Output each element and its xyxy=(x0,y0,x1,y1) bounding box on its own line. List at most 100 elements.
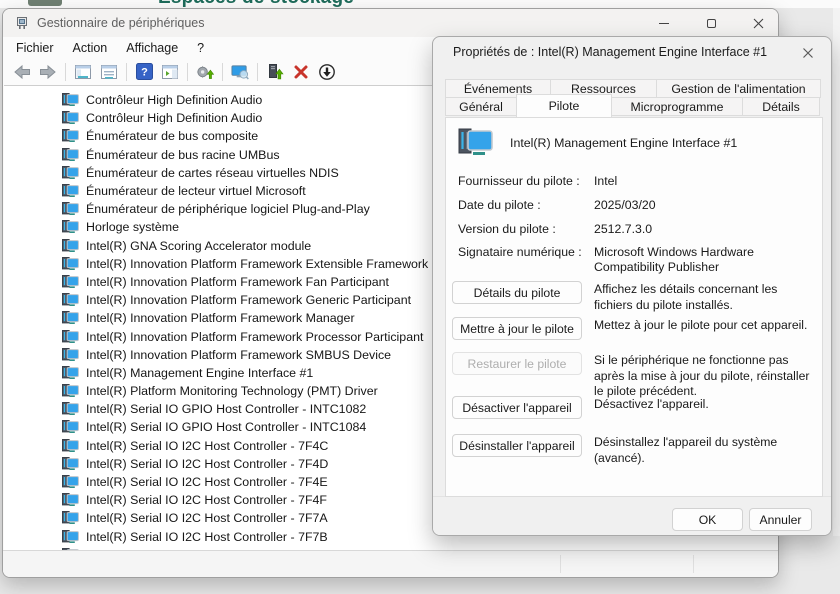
forward-icon[interactable] xyxy=(39,63,57,81)
field-label: Signataire numérique : xyxy=(458,245,594,275)
device-name: Intel(R) Innovation Platform Framework P… xyxy=(86,330,423,344)
driver-action-row: Détails du pilote Affichez les détails c… xyxy=(452,281,818,313)
device-icon xyxy=(62,311,79,325)
device-manager-app-icon xyxy=(15,16,29,30)
remote-computer-icon[interactable] xyxy=(231,63,249,81)
driver-field: Version du pilote : 2512.7.3.0 xyxy=(458,222,814,237)
device-name: Contrôleur High Definition Audio xyxy=(86,93,262,107)
device-name: Énumérateur de lecteur virtuel Microsoft xyxy=(86,184,306,198)
computer-device-icon xyxy=(458,128,494,157)
désinstaller-lappareil-button[interactable]: Désinstaller l'appareil xyxy=(452,434,582,457)
tab-gestion-de-l-alimentation[interactable]: Gestion de l'alimentation xyxy=(656,79,821,98)
background-window-espaces-de-stockage: Espaces de stockage xyxy=(0,0,840,8)
device-name: Énumérateur de cartes réseau virtuelles … xyxy=(86,166,339,180)
close-button[interactable] xyxy=(741,13,775,34)
device-name: Intel(R) Serial IO I2C Host Controller -… xyxy=(86,530,328,544)
tab-pilote[interactable]: Pilote xyxy=(516,94,612,118)
action-pane-icon[interactable] xyxy=(161,63,179,81)
dialog-footer: OK Annuler xyxy=(433,496,831,535)
tab-détails[interactable]: Détails xyxy=(742,97,820,116)
toolbar-separator xyxy=(65,63,66,81)
window-title: Gestionnaire de périphériques xyxy=(37,16,204,30)
disable-device-icon[interactable] xyxy=(318,63,336,81)
menu-item-affichage[interactable]: Affichage xyxy=(126,41,178,55)
device-icon xyxy=(62,293,79,307)
background-window-edge xyxy=(833,8,840,536)
désactiver-lappareil-button[interactable]: Désactiver l'appareil xyxy=(452,396,582,419)
device-name: Intel(R) Innovation Platform Framework M… xyxy=(86,311,355,325)
close-icon xyxy=(753,18,764,29)
properties-icon[interactable] xyxy=(100,63,118,81)
maximize-button[interactable] xyxy=(694,13,728,34)
driver-action-description: Mettez à jour le pilote pour cet apparei… xyxy=(594,317,812,340)
tab-microprogramme[interactable]: Microprogramme xyxy=(611,97,743,116)
device-name: Intel(R) Innovation Platform Framework E… xyxy=(86,257,428,271)
tab-row-top: ÉvénementsRessourcesGestion de l'aliment… xyxy=(445,79,823,98)
device-name: Intel(R) Serial IO I2C Host Controller -… xyxy=(86,457,328,471)
device-icon xyxy=(62,202,79,216)
tab-control: ÉvénementsRessourcesGestion de l'aliment… xyxy=(445,79,823,121)
status-bar xyxy=(3,550,778,577)
device-name: Énumérateur de périphérique logiciel Plu… xyxy=(86,202,370,216)
driver-action-description: Désinstallez l'appareil du système (avan… xyxy=(594,434,812,466)
device-icon xyxy=(62,111,79,125)
device-icon xyxy=(62,384,79,398)
svg-text:?: ? xyxy=(141,67,148,79)
field-label: Fournisseur du pilote : xyxy=(458,174,594,189)
device-icon xyxy=(62,166,79,180)
device-name: Horloge système xyxy=(86,220,179,234)
tab-général[interactable]: Général xyxy=(445,97,517,116)
storage-spaces-icon xyxy=(28,0,62,6)
field-label: Version du pilote : xyxy=(458,222,594,237)
device-icon xyxy=(62,420,79,434)
driver-action-description: Affichez les détails concernant les fich… xyxy=(594,281,812,313)
device-icon xyxy=(62,530,79,544)
device-icon xyxy=(62,366,79,380)
background-window-title: Espaces de stockage xyxy=(158,0,354,8)
driver-action-row: Désactiver l'appareil Désactivez l'appar… xyxy=(452,396,818,419)
menu-item-fichier[interactable]: Fichier xyxy=(16,41,54,55)
driver-action-row: Restaurer le pilote Si le périphérique n… xyxy=(452,352,818,400)
device-icon xyxy=(62,239,79,253)
driver-action-row: Désinstaller l'appareil Désinstallez l'a… xyxy=(452,434,818,466)
détails-du-pilote-button[interactable]: Détails du pilote xyxy=(452,281,582,304)
restaurer-le-pilote-button: Restaurer le pilote xyxy=(452,352,582,375)
field-value: Microsoft Windows Hardware Compatibility… xyxy=(594,245,812,275)
help-icon[interactable]: ? xyxy=(135,63,153,81)
status-divider xyxy=(560,555,561,573)
field-label: Date du pilote : xyxy=(458,198,594,213)
device-icon xyxy=(62,330,79,344)
maximize-icon xyxy=(707,19,716,28)
device-name: Intel(R) Serial IO I2C Host Controller -… xyxy=(86,439,328,453)
console-tree-icon[interactable] xyxy=(74,63,92,81)
device-name: Intel(R) Serial IO GPIO Host Controller … xyxy=(86,420,366,434)
ok-button[interactable]: OK xyxy=(672,508,743,531)
device-manager-titlebar[interactable]: Gestionnaire de périphériques xyxy=(3,9,778,37)
device-name: Intel(R) Platform Monitoring Technology … xyxy=(86,384,378,398)
device-name: Intel(R) Innovation Platform Framework F… xyxy=(86,275,389,289)
device-icon xyxy=(62,129,79,143)
device-icon xyxy=(62,220,79,234)
uninstall-device-icon[interactable] xyxy=(292,63,310,81)
cancel-button[interactable]: Annuler xyxy=(749,508,812,531)
device-icon xyxy=(62,93,79,107)
device-icon xyxy=(62,257,79,271)
device-name: Intel(R) Serial IO I2C Host Controller -… xyxy=(86,475,328,489)
back-icon[interactable] xyxy=(13,63,31,81)
driver-action-row: Mettre à jour le pilote Mettez à jour le… xyxy=(452,317,818,340)
toolbar-separator xyxy=(126,63,127,81)
device-icon xyxy=(62,348,79,362)
menu-item-action[interactable]: Action xyxy=(73,41,108,55)
dialog-close-button[interactable] xyxy=(795,43,821,63)
mettre-à-jour-le-pilote-button[interactable]: Mettre à jour le pilote xyxy=(452,317,582,340)
dialog-title: Propriétés de : Intel(R) Management Engi… xyxy=(453,45,767,59)
minimize-button[interactable] xyxy=(647,13,681,34)
toolbar-separator xyxy=(187,63,188,81)
toolbar-separator xyxy=(222,63,223,81)
dialog-titlebar[interactable]: Propriétés de : Intel(R) Management Engi… xyxy=(433,37,831,67)
scan-hardware-icon[interactable] xyxy=(196,63,214,81)
menu-item-?[interactable]: ? xyxy=(197,41,204,55)
device-icon xyxy=(62,402,79,416)
update-driver-icon[interactable] xyxy=(266,63,284,81)
screen: Espaces de stockage Gestionnaire de péri… xyxy=(0,0,840,594)
